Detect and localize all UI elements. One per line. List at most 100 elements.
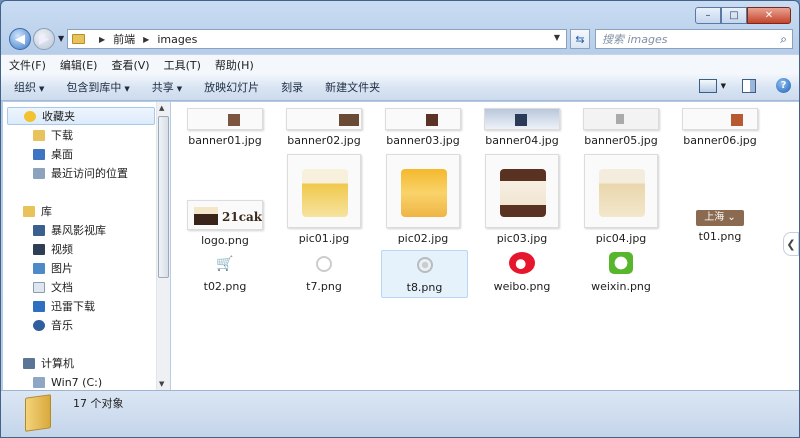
file-name: pic02.jpg [397,232,449,245]
recent-places-icon [33,167,45,179]
file-name: logo.png [201,234,249,247]
folder-icon [25,394,51,432]
nav-item-pictures[interactable]: 图片 [33,259,73,277]
organize-button[interactable]: 组织 ▼ [14,79,44,95]
nav-item-music[interactable]: 音乐 [33,316,73,334]
file-item[interactable]: 21cake logo.png [177,200,273,247]
file-item[interactable]: weixin.png [573,250,669,293]
file-name: pic01.jpg [298,232,350,245]
navigation-scrollbar[interactable]: ▲ ▼ [156,102,170,390]
slideshow-button[interactable]: 放映幻灯片 [204,79,259,95]
nav-item-computer[interactable]: 计算机 [23,354,74,372]
change-view-icon[interactable] [698,78,717,93]
ring-icon [276,250,372,276]
nav-item-libraries[interactable]: 库 [23,202,52,220]
chevron-right-icon[interactable]: ▶ [143,35,149,44]
file-list: banner01.jpg banner02.jpg banner03.jpg b… [171,102,799,390]
breadcrumb-segment-frontend[interactable]: 前端 [113,31,135,47]
chevron-down-icon: ▼ [124,85,130,93]
image-thumbnail [584,154,658,228]
image-thumbnail [286,108,362,130]
scroll-up-icon[interactable]: ▲ [159,104,164,112]
toolbar-right: ▼ ? [698,78,791,93]
file-item[interactable]: pic02.jpg [375,154,471,245]
nav-label: 图片 [51,262,73,275]
file-item[interactable]: banner03.jpg [375,108,471,147]
nav-item-drive-c[interactable]: Win7 (C:) [33,373,102,390]
chevron-right-icon[interactable]: ▶ [99,35,105,44]
share-button[interactable]: 共享 ▼ [152,79,182,95]
file-item[interactable]: pic04.jpg [573,154,669,245]
music-icon [33,319,45,331]
file-item[interactable]: 🛒 t02.png [177,250,273,293]
item-count: 17 个对象 [73,397,124,410]
nav-item-downloads[interactable]: 下载 [33,126,73,144]
menu-file[interactable]: 文件(F) [9,57,46,73]
nav-label: 文档 [51,281,73,294]
organize-label: 组织 [14,81,36,94]
menu-tools[interactable]: 工具(T) [164,57,201,73]
close-button[interactable]: ✕ [747,7,791,24]
nav-item-documents[interactable]: 文档 [33,278,73,296]
file-item[interactable]: banner02.jpg [276,108,372,147]
nav-item-thunder[interactable]: 迅雷下载 [33,297,95,315]
chevron-down-icon[interactable]: ▼ [721,82,726,90]
maximize-button[interactable]: □ [721,7,747,24]
file-name: pic03.jpg [496,232,548,245]
file-item[interactable]: pic03.jpg [474,154,570,245]
thumbnail-graphic [616,114,624,124]
file-item[interactable]: t7.png [276,250,372,293]
file-item[interactable]: weibo.png [474,250,570,293]
cake-graphic [302,169,348,217]
menu-edit[interactable]: 编辑(E) [60,57,98,73]
file-item-selected[interactable]: t8.png [381,250,468,298]
help-icon[interactable]: ? [776,78,791,93]
documents-icon [33,281,45,293]
minimize-button[interactable]: – [695,7,721,24]
search-icon[interactable]: ⌕ [780,32,787,47]
recent-pages-dropdown-icon[interactable]: ▼ [58,34,64,43]
address-dropdown-icon[interactable]: ▼ [554,33,560,42]
scrollbar-thumb[interactable] [158,116,169,278]
details-pane: 17 个对象 [1,390,799,437]
breadcrumb-segment-images[interactable]: images [157,33,197,46]
burn-button[interactable]: 刻录 [281,79,303,95]
file-item[interactable]: pic01.jpg [276,154,372,245]
file-name: weibo.png [493,280,551,293]
share-label: 共享 [151,81,174,94]
back-button[interactable]: ◀ [9,28,31,50]
new-folder-button[interactable]: 新建文件夹 [325,79,380,95]
file-item[interactable]: banner01.jpg [177,108,273,147]
nav-label: 迅雷下载 [51,300,95,313]
file-item[interactable]: banner05.jpg [573,108,669,147]
include-in-library-button[interactable]: 包含到库中 ▼ [66,79,129,95]
nav-item-favorites[interactable]: 收藏夹 [7,107,155,125]
chevron-left-icon[interactable]: ❮ [783,232,799,256]
file-name: pic04.jpg [595,232,647,245]
preview-pane-icon[interactable] [742,78,756,93]
file-name: banner02.jpg [287,134,361,147]
video-library-icon [33,224,45,236]
image-thumbnail [682,108,758,130]
thumbnail-graphic [731,114,743,126]
nav-item-storm[interactable]: 暴风影视库 [33,221,106,239]
nav-item-recent[interactable]: 最近访问的位置 [33,164,128,182]
file-item[interactable]: banner04.jpg [474,108,570,147]
image-thumbnail [386,154,460,228]
nav-label: 最近访问的位置 [51,167,128,180]
search-input[interactable]: 搜索 images ⌕ [595,29,793,49]
nav-label: 库 [41,205,52,218]
refresh-button[interactable]: ⇆ [570,29,590,49]
nav-label: 下载 [51,129,73,142]
scroll-down-icon[interactable]: ▼ [159,380,164,388]
address-bar[interactable]: ▶ 前端 ▶ images ▼ [67,29,567,49]
file-item[interactable]: 上海 ⌄ t01.png [672,200,768,243]
menu-view[interactable]: 查看(V) [111,57,149,73]
file-item[interactable]: banner06.jpg [672,108,768,147]
menu-help[interactable]: 帮助(H) [215,57,254,73]
nav-item-desktop[interactable]: 桌面 [33,145,73,163]
forward-button[interactable]: ▶ [33,28,55,50]
cake-graphic [500,169,546,217]
thumbnail-graphic [339,114,359,126]
nav-item-videos[interactable]: 视频 [33,240,73,258]
